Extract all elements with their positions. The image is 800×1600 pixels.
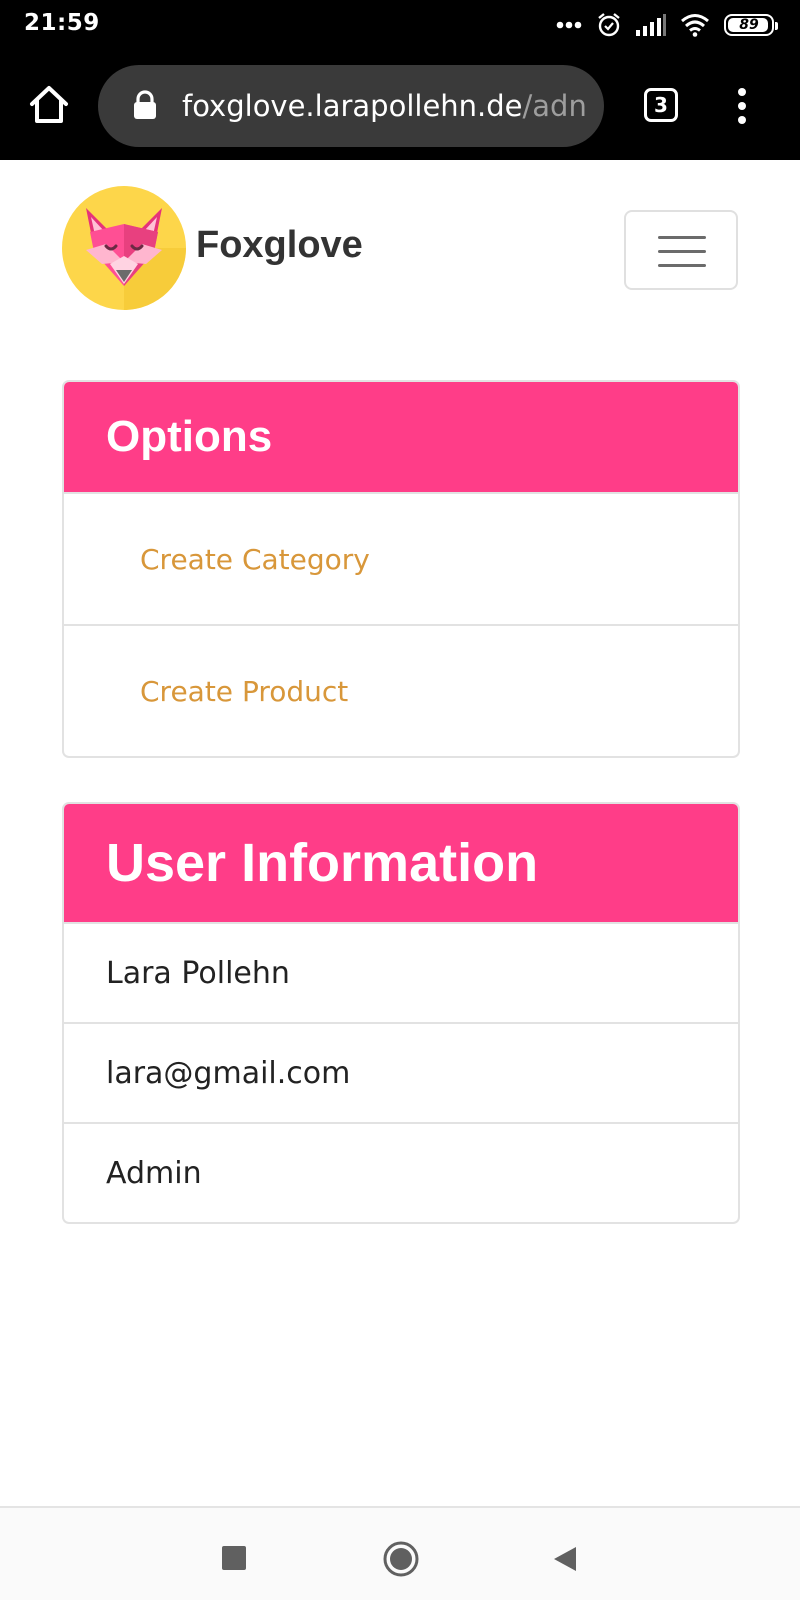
status-time: 21:59 (24, 10, 100, 36)
address-bar[interactable]: foxglove.larapollehn.de/adn (98, 65, 604, 147)
home-icon[interactable] (28, 84, 70, 126)
hamburger-icon-line (658, 264, 706, 267)
back-icon[interactable] (552, 1545, 578, 1573)
user-card-title: User Information (64, 804, 738, 922)
url-host: foxglove.larapollehn.de (182, 89, 523, 123)
home-circle-icon[interactable] (382, 1540, 420, 1578)
battery-icon: 89 (724, 14, 778, 36)
options-card: Options Create Category Create Product (62, 380, 740, 758)
tabs-icon[interactable]: 3 (644, 88, 678, 122)
brand-name[interactable]: Foxglove (196, 224, 363, 267)
url-text: foxglove.larapollehn.de/adn (182, 89, 586, 123)
site-navbar: Foxglove (0, 160, 800, 330)
hamburger-icon (658, 236, 706, 239)
create-category-link[interactable]: Create Category (64, 492, 738, 624)
options-card-title: Options (64, 382, 738, 492)
create-product-link[interactable]: Create Product (64, 624, 738, 756)
url-path: /adn (522, 89, 586, 123)
status-bar: 21:59 89 (0, 0, 800, 52)
navbar-toggle-button[interactable] (624, 210, 738, 290)
hamburger-icon-line (658, 250, 706, 253)
menu-dots-icon[interactable] (730, 86, 754, 126)
alarm-icon (598, 13, 620, 37)
browser-toolbar: foxglove.larapollehn.de/adn 3 (0, 52, 800, 160)
battery-level: 89 (739, 17, 759, 33)
status-icons: 89 (556, 11, 778, 39)
system-nav-bar (0, 1506, 800, 1600)
tab-count: 3 (654, 93, 668, 117)
recent-apps-icon[interactable] (222, 1546, 246, 1570)
more-dots-icon (556, 21, 582, 29)
fox-logo-icon[interactable] (62, 186, 186, 310)
user-information-card: User Information Lara Pollehn lara@gmail… (62, 802, 740, 1224)
signal-icon (636, 14, 666, 36)
user-name: Lara Pollehn (64, 922, 738, 1022)
wifi-icon (681, 14, 709, 37)
user-email: lara@gmail.com (64, 1022, 738, 1122)
lock-icon (134, 90, 156, 119)
user-role: Admin (64, 1122, 738, 1222)
